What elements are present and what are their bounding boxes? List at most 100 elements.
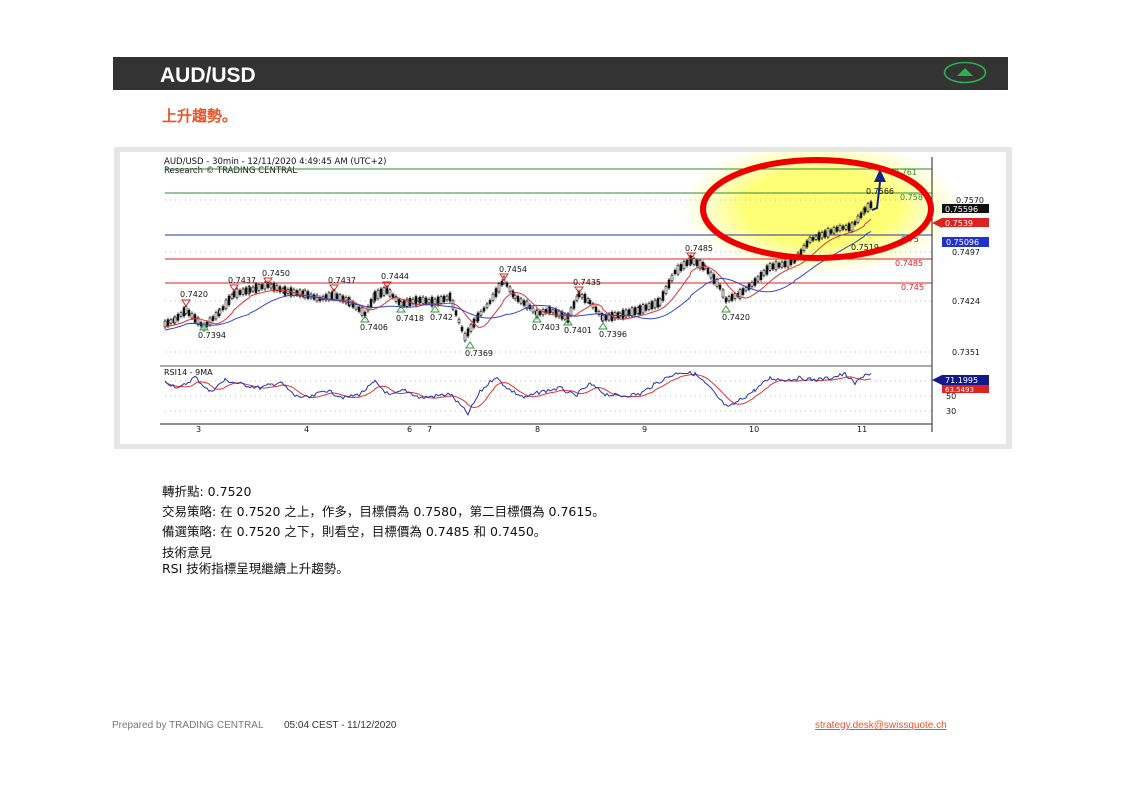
candle-body	[214, 312, 218, 320]
candle-body	[451, 300, 455, 310]
peak-label: 0.7454	[499, 265, 527, 274]
candle-body	[783, 260, 787, 268]
level-label-0758: 0.758	[900, 193, 923, 202]
candle-body	[670, 274, 674, 282]
candle-body	[376, 289, 380, 300]
rsi-title: RSI14 - 9MA	[164, 368, 213, 377]
rsi-value: 71.1995	[945, 376, 978, 385]
date-axis: 3 4 6 7 8 9 10 11	[196, 425, 867, 434]
candle-body	[786, 258, 790, 268]
chart-frame: AUD/USD - 30min - 12/11/2020 4:49:45 AM …	[114, 139, 1012, 449]
trough-label: 0.7369	[465, 349, 493, 358]
candle-body	[251, 286, 255, 292]
candle-body	[457, 319, 461, 323]
alternative-strategy: 備選策略: 在 0.7520 之下，則看空，目標價為 0.7485 和 0.74…	[162, 524, 547, 539]
candle-body	[402, 300, 406, 307]
candle-body	[730, 294, 734, 301]
candle-body	[777, 262, 781, 268]
candle-body	[382, 287, 386, 296]
candle-body	[227, 295, 231, 306]
candle-body	[485, 303, 489, 308]
candle-body	[460, 326, 464, 332]
candle-body	[814, 235, 818, 240]
candle-body	[844, 225, 848, 230]
candle-body	[466, 328, 470, 337]
blue-price-value: 0.75096	[946, 238, 979, 247]
candle-body	[357, 306, 361, 312]
trough-marker	[598, 322, 608, 330]
candle-body	[448, 292, 452, 302]
trough-label: 0.7418	[396, 314, 424, 323]
candle-body	[630, 307, 634, 317]
candle-body	[445, 295, 449, 301]
candle-body	[224, 299, 228, 309]
trend-up-button[interactable]	[943, 61, 987, 84]
price-chart: AUD/USD - 30min - 12/11/2020 4:49:45 AM …	[160, 139, 989, 434]
peak-marker	[329, 284, 339, 292]
candle-body	[482, 307, 486, 312]
candle-body	[182, 307, 186, 317]
candle-body	[548, 306, 552, 314]
candle-body	[244, 287, 248, 295]
level-label-0745: 0.745	[901, 283, 924, 292]
candle-body	[859, 212, 863, 218]
candle-body	[538, 311, 542, 316]
rsi-line	[164, 370, 872, 417]
candle-body	[508, 286, 512, 292]
candle-body	[205, 321, 209, 327]
candle-body	[303, 289, 307, 299]
candle-body	[173, 316, 177, 324]
date-label: 3	[196, 425, 201, 434]
candle-body	[847, 223, 851, 232]
candle-body	[808, 237, 812, 243]
candle-body	[260, 284, 264, 290]
candle-body	[695, 259, 699, 267]
candle-body	[211, 316, 215, 321]
candle-body	[513, 295, 517, 299]
candle-body	[306, 291, 310, 299]
candle-body	[519, 298, 523, 304]
candle-body	[709, 271, 713, 279]
candle-body	[724, 297, 728, 303]
candle-body	[762, 270, 766, 276]
candle-body	[817, 232, 821, 241]
price-axis-label: 0.7570	[956, 196, 984, 205]
candle-body	[679, 264, 683, 271]
title-bar: AUD/USD	[113, 57, 1008, 90]
candle-body	[184, 306, 188, 314]
candle-body	[715, 279, 719, 287]
peak-label: 0.7485	[685, 244, 713, 253]
candle-body	[232, 290, 236, 298]
date-label: 10	[749, 425, 759, 434]
candle-body	[531, 307, 535, 313]
candle-body	[741, 288, 745, 295]
candle-body	[706, 268, 710, 274]
candle-body	[479, 310, 483, 316]
price-axis-label: 0.7497	[952, 248, 980, 257]
chart-research: Research © TRADING CENTRAL	[164, 166, 297, 176]
candle-body	[230, 294, 234, 299]
footer-email-link[interactable]: strategy.desk@swissquote.ch	[815, 720, 947, 731]
pair-title: AUD/USD	[160, 64, 256, 87]
candle-body	[601, 314, 605, 322]
chart-panel: AUD/USD - 30min - 12/11/2020 4:49:45 AM …	[120, 139, 1006, 444]
candle-body	[505, 282, 509, 287]
candle-body	[263, 282, 267, 290]
technical-opinion-body: RSI 技術指標呈現繼續上升趨勢。	[162, 561, 349, 576]
candle-body	[841, 225, 845, 230]
candle-body	[721, 289, 725, 298]
candle-body	[744, 287, 748, 292]
candle-body	[569, 307, 573, 316]
date-label: 11	[857, 425, 867, 434]
trough-label: 0.7406	[360, 323, 388, 332]
candle-body	[753, 278, 757, 286]
candle-body	[179, 312, 183, 317]
candle-body	[583, 293, 587, 303]
trade-strategy: 交易策略: 在 0.7520 之上，作多，目標價為 0.7580，第二目標價為 …	[162, 504, 605, 519]
candle-body	[218, 309, 222, 315]
candle-body	[835, 226, 839, 232]
candle-body	[853, 221, 857, 225]
trough-marker	[721, 305, 731, 313]
candle-body	[850, 222, 854, 232]
candle-body	[169, 319, 173, 324]
